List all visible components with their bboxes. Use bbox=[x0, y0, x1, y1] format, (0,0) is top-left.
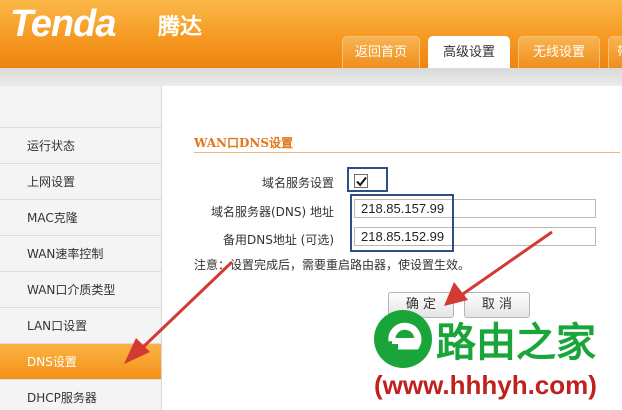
watermark-site-name: 路由之家 bbox=[436, 320, 596, 366]
dns-service-label: 域名服务设置 bbox=[261, 176, 334, 190]
sidebar-item-lan[interactable]: LAN口设置 bbox=[0, 308, 161, 344]
section-divider bbox=[194, 152, 620, 153]
sidebar-spacer bbox=[0, 86, 161, 128]
watermark-logo-icon bbox=[374, 310, 432, 368]
watermark: 路由之家 (www.hhhyh.com) bbox=[372, 308, 622, 410]
tenda-logo: Tenda 腾达 bbox=[10, 3, 202, 45]
sidebar-item-mac-clone[interactable]: MAC克隆 bbox=[0, 200, 161, 236]
notice-text: 注意：设置完成后，需要重启路由器，使设置生效。 bbox=[194, 258, 471, 272]
header-bar: Tenda 腾达 返回首页 高级设置 无线设置 带 bbox=[0, 0, 622, 68]
sidebar-item-wan-media[interactable]: WAN口介质类型 bbox=[0, 272, 161, 308]
brand-cn: 腾达 bbox=[158, 15, 202, 40]
sidebar-item-internet[interactable]: 上网设置 bbox=[0, 164, 161, 200]
tab-bandwidth[interactable]: 带 bbox=[608, 36, 622, 68]
secondary-dns-label: 备用DNS地址 (可选) bbox=[222, 233, 334, 247]
highlight-box-checkbox bbox=[347, 167, 388, 192]
sidebar: 运行状态 上网设置 MAC克隆 WAN速率控制 WAN口介质类型 LAN口设置 … bbox=[0, 86, 162, 410]
top-tabs: 返回首页 高级设置 无线设置 带 bbox=[338, 36, 622, 68]
sidebar-item-dns[interactable]: DNS设置 bbox=[0, 344, 161, 380]
primary-dns-label: 域名服务器(DNS) 地址 bbox=[210, 205, 334, 219]
sidebar-item-dhcp[interactable]: DHCP服务器 bbox=[0, 380, 161, 410]
tab-home[interactable]: 返回首页 bbox=[342, 36, 420, 68]
section-title: WAN口DNS设置 bbox=[194, 136, 294, 150]
highlight-box-dns bbox=[350, 194, 454, 252]
sidebar-item-status[interactable]: 运行状态 bbox=[0, 128, 161, 164]
sidebar-item-wan-speed[interactable]: WAN速率控制 bbox=[0, 236, 161, 272]
tab-wireless[interactable]: 无线设置 bbox=[518, 36, 600, 68]
brand-wordmark: Tenda bbox=[10, 3, 116, 45]
tab-advanced[interactable]: 高级设置 bbox=[428, 36, 510, 68]
watermark-url: (www.hhhyh.com) bbox=[374, 370, 597, 400]
header-divider-band bbox=[0, 68, 622, 86]
